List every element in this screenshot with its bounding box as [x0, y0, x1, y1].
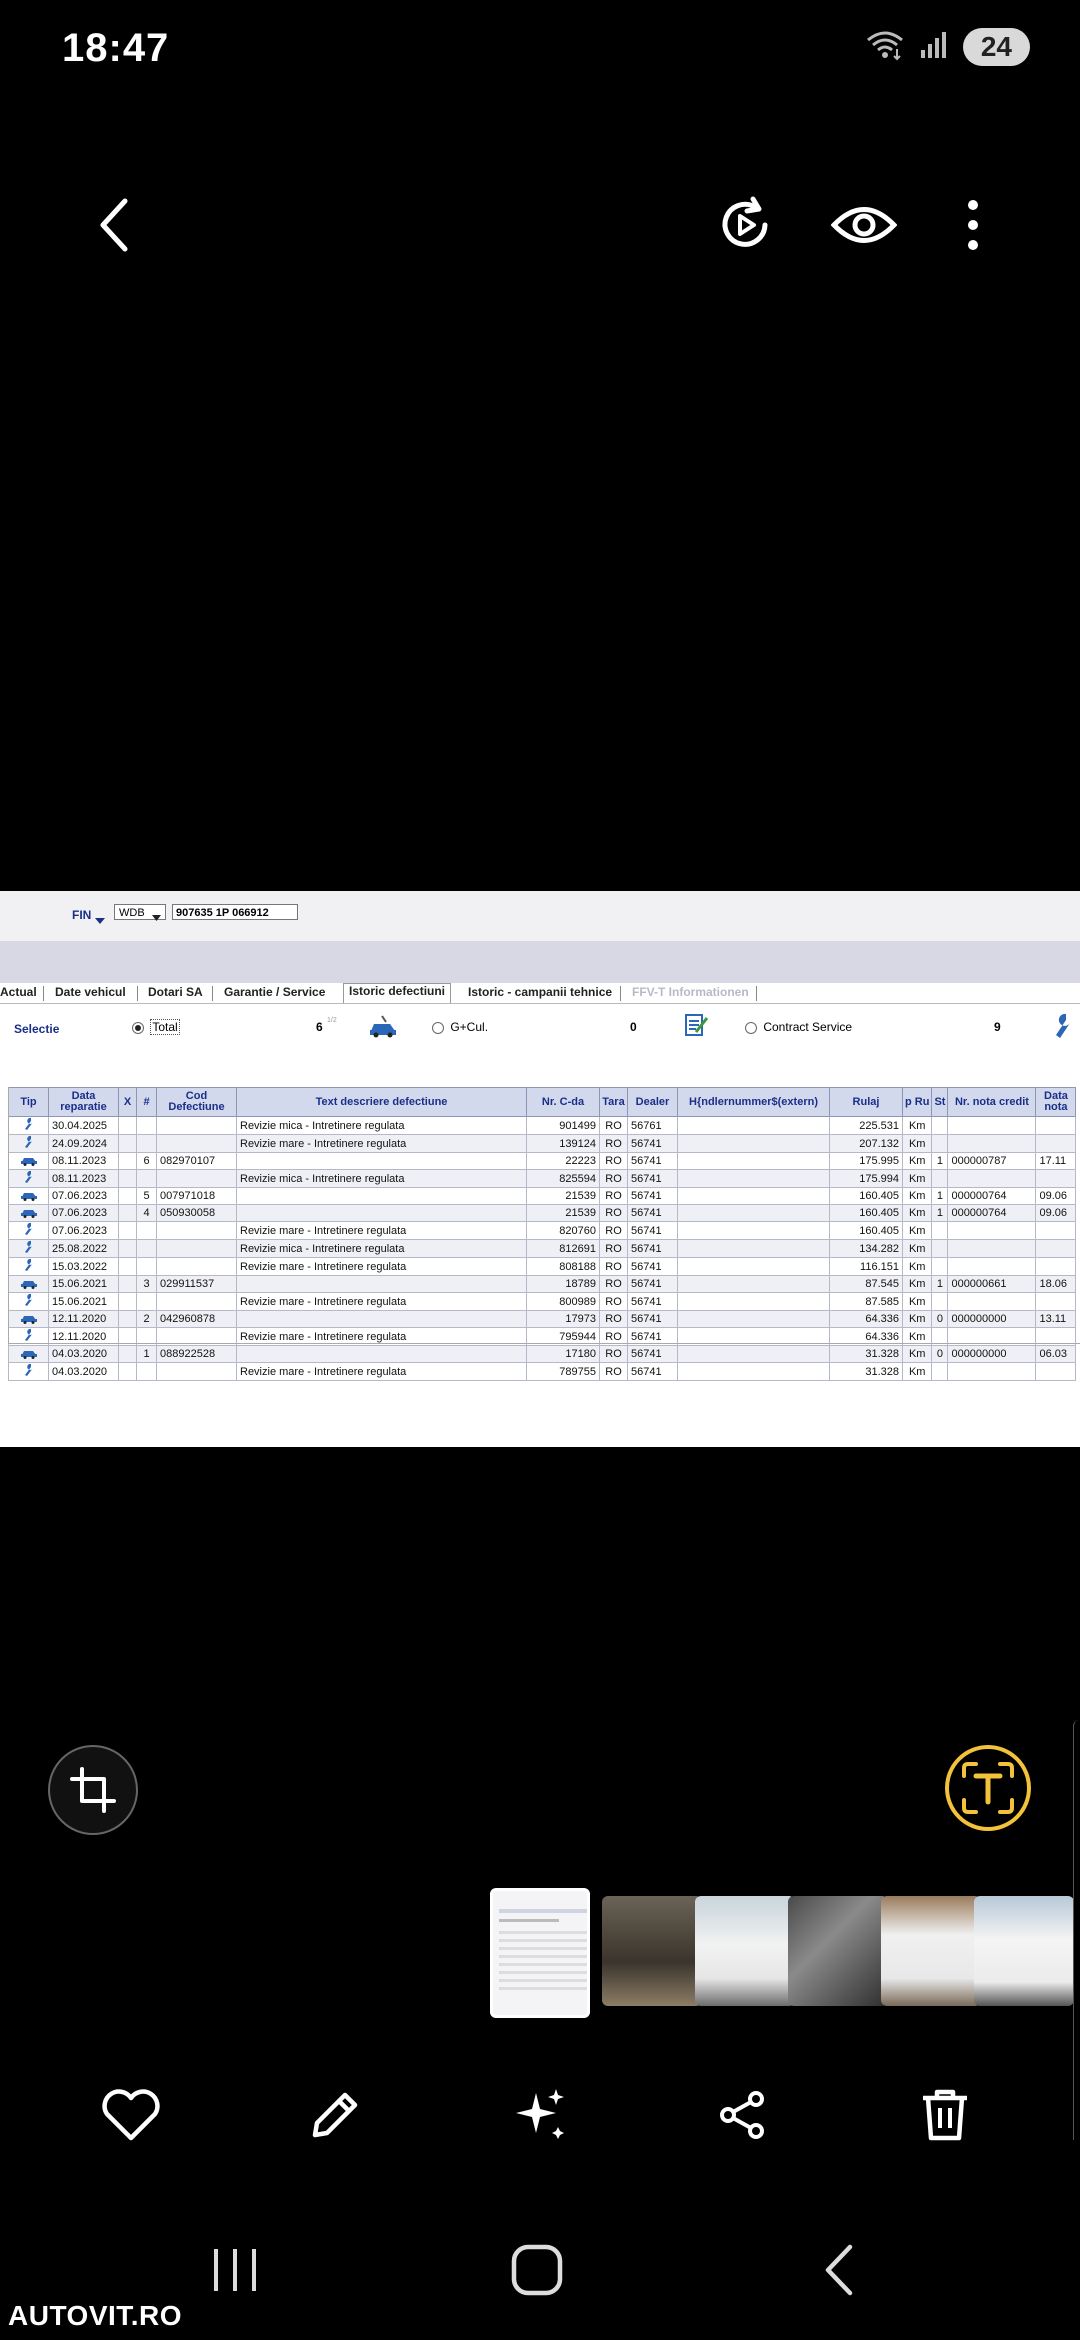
selection-row: Selectie Total 6 1/2 G+Cul. 0 Contract S…	[0, 1004, 1080, 1054]
app-header: FIN WDB 907635 1P 066912	[0, 891, 1080, 941]
pencil-icon[interactable]	[290, 2070, 380, 2160]
cell-st: 0	[931, 1345, 949, 1363]
share-icon[interactable]	[697, 2070, 787, 2160]
cell-ext	[677, 1345, 830, 1363]
radio-total-label: Total	[150, 1019, 180, 1035]
play-refresh-icon[interactable]	[700, 180, 790, 270]
status-bar: 18:47 24	[0, 0, 1080, 100]
back-icon[interactable]	[795, 2230, 885, 2310]
tab-istoric-campanii[interactable]: Istoric - campanii tehnice	[468, 985, 612, 999]
cell-data-nota	[1035, 1362, 1077, 1381]
cell-text	[236, 1345, 527, 1363]
tab-garantie-service[interactable]: Garantie / Service	[224, 985, 325, 999]
table-row[interactable]: 04.03.2020 1 088922528 17180 RO 56741 31.328 Km…	[8, 1345, 1077, 1363]
kebab-menu-icon[interactable]	[928, 180, 1018, 270]
action-bar	[0, 2070, 1080, 2160]
cell-nota	[947, 1362, 1037, 1381]
radio-button[interactable]	[745, 1021, 757, 1034]
radio-gcul-label: G+Cul.	[450, 1020, 489, 1034]
home-icon[interactable]	[492, 2230, 582, 2310]
trash-icon[interactable]	[900, 2070, 990, 2160]
radio-button[interactable]	[432, 1021, 444, 1034]
cell-tara: RO	[599, 1345, 628, 1363]
thumbnail-van-rear[interactable]	[881, 1896, 981, 2006]
crop-rotate-icon[interactable]	[48, 1745, 138, 1835]
cell-nr: 1	[136, 1345, 157, 1363]
cell-date: 04.03.2020	[48, 1362, 119, 1381]
radio-contract[interactable]: Contract Service	[745, 1020, 852, 1034]
tab-dotari-sa[interactable]: Dotari SA	[148, 985, 203, 999]
tab-ffvt: FFV-T Informationen	[632, 985, 749, 999]
battery-indicator: 24	[962, 28, 1030, 66]
gcul-count: 0	[630, 1020, 637, 1034]
cell-cod	[156, 1362, 237, 1381]
sparkles-icon[interactable]	[495, 2070, 585, 2160]
photo-content: FIN WDB 907635 1P 066912 Actual Date veh…	[0, 891, 1080, 1447]
cell-x	[118, 1362, 137, 1381]
cell-dealer: 56741	[627, 1362, 678, 1381]
table-row[interactable]: 04.03.2020 Revizie mare - Intretinere reg…	[8, 1362, 1077, 1381]
caret-down-icon	[95, 911, 105, 929]
cell-ext	[677, 1362, 830, 1381]
signal-icon	[919, 30, 949, 65]
cell-st	[931, 1362, 949, 1381]
selectie-label: Selectie	[14, 1022, 60, 1036]
cell-rulaj: 31.328	[829, 1345, 903, 1363]
tab-actual[interactable]: Actual	[0, 985, 37, 999]
wifi-icon	[865, 29, 905, 66]
cell-cda: 17180	[526, 1345, 600, 1363]
cell-cda: 789755	[526, 1362, 600, 1381]
vin-input[interactable]: 907635 1P 066912	[172, 904, 298, 920]
cell-data-nota: 06.03	[1035, 1345, 1077, 1363]
document-check-icon	[683, 1012, 709, 1041]
radio-total[interactable]: Total	[132, 1019, 180, 1035]
cell-nr	[136, 1362, 157, 1381]
cell-tara: RO	[599, 1362, 628, 1381]
thumbnail-van-side[interactable]	[974, 1896, 1074, 2006]
caret-down-icon	[152, 910, 161, 926]
radio-gcul[interactable]: G+Cul.	[432, 1020, 488, 1034]
thumbnail-van-front[interactable]	[695, 1896, 795, 2006]
contract-count: 9	[994, 1020, 1001, 1034]
fin-prefix-select[interactable]: WDB	[114, 904, 166, 921]
tab-bar: Actual Date vehicul Dotari SA Garantie /…	[0, 983, 1080, 1004]
text-extract-icon[interactable]	[945, 1745, 1031, 1831]
total-count: 6	[316, 1020, 323, 1034]
radio-button[interactable]	[132, 1021, 144, 1034]
tab-istoric-defectiuni[interactable]: Istoric defectiuni	[343, 983, 452, 1003]
radio-contract-label: Contract Service	[763, 1020, 853, 1034]
grid-frame	[8, 1087, 1080, 1344]
cell-dealer: 56741	[627, 1345, 678, 1363]
wrench-icon	[1052, 1012, 1074, 1043]
clock: 18:47	[62, 26, 170, 70]
thumbnail-cabin[interactable]	[788, 1896, 888, 2006]
viewer-top-bar	[0, 180, 1080, 270]
thumbnail-current[interactable]	[490, 1888, 590, 2018]
car-repair-icon	[368, 1014, 398, 1041]
thumbnail-interior[interactable]	[602, 1896, 702, 2006]
cell-text: Revizie mare - Intretinere regulata	[236, 1362, 527, 1381]
wrench-icon	[8, 1362, 49, 1381]
status-icons: 24	[865, 28, 1030, 66]
cell-unit: Km	[901, 1345, 933, 1363]
car-repair-icon	[8, 1345, 49, 1363]
cell-unit: Km	[901, 1362, 933, 1381]
fin-label: FIN	[72, 908, 92, 922]
cell-cod: 088922528	[156, 1345, 237, 1363]
cell-date: 04.03.2020	[48, 1345, 119, 1363]
fin-prefix-value: WDB	[119, 907, 145, 919]
watermark: AUTOVIT.RO	[8, 2300, 183, 2331]
cell-x	[118, 1345, 137, 1363]
header-band	[0, 941, 1080, 983]
chevron-left-icon[interactable]	[70, 180, 160, 270]
eye-icon[interactable]	[819, 180, 909, 270]
cell-nota: 000000000	[947, 1345, 1037, 1363]
recents-icon[interactable]	[190, 2230, 280, 2310]
system-nav-bar	[0, 2230, 1080, 2310]
cell-rulaj: 31.328	[829, 1362, 903, 1381]
heart-icon[interactable]	[86, 2070, 176, 2160]
tab-date-vehicul[interactable]: Date vehicul	[55, 985, 126, 999]
